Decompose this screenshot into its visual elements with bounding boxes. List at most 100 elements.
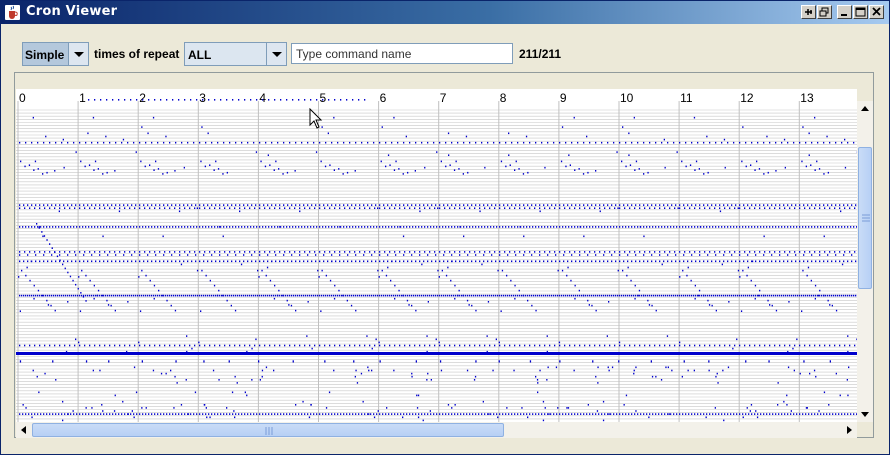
cron-event-mark	[109, 413, 111, 415]
cron-event-mark	[106, 299, 108, 302]
maximize-icon[interactable]	[853, 5, 868, 19]
cron-event-mark	[94, 99, 96, 101]
cron-event-mark	[217, 141, 219, 144]
cron-event-mark	[53, 294, 55, 297]
cron-event-mark	[607, 226, 609, 228]
cron-event-mark	[174, 375, 176, 378]
chevron-down-icon[interactable]	[266, 43, 286, 65]
cron-event-mark	[699, 254, 701, 256]
cron-event-mark	[334, 284, 336, 287]
scroll-down-button[interactable]	[857, 406, 873, 422]
cron-event-mark	[127, 294, 129, 297]
close-icon[interactable]	[869, 5, 884, 19]
cron-event-mark	[265, 226, 267, 228]
cron-event-mark	[321, 294, 323, 297]
cron-event-mark	[208, 413, 210, 415]
restore-icon[interactable]	[817, 5, 832, 19]
cron-event-mark	[54, 309, 56, 312]
cron-event-mark	[575, 260, 577, 263]
cron-event-mark	[238, 226, 240, 228]
cron-event-mark	[67, 141, 69, 144]
cron-event-mark	[621, 160, 623, 163]
cron-event-mark	[578, 168, 580, 170]
mode-dropdown[interactable]: Simple	[22, 42, 89, 66]
cron-event-mark	[519, 260, 521, 263]
cron-event-mark	[170, 304, 172, 307]
cron-event-mark	[427, 294, 429, 297]
cron-event-mark	[522, 294, 525, 297]
cron-event-mark	[739, 251, 741, 253]
cron-event-mark	[106, 226, 108, 228]
cron-event-mark	[225, 294, 227, 297]
cron-event-mark	[107, 260, 109, 263]
cron-event-mark	[384, 207, 386, 209]
chevron-down-icon[interactable]	[68, 43, 88, 65]
cron-event-mark	[25, 407, 27, 409]
cron-event-mark	[35, 254, 37, 256]
cron-event-mark	[439, 226, 441, 228]
cron-event-mark	[115, 226, 117, 228]
cron-event-mark	[439, 207, 441, 209]
vertical-scroll-thumb[interactable]	[858, 147, 872, 289]
cron-event-mark	[639, 294, 641, 297]
scroll-left-button[interactable]	[16, 422, 32, 438]
cron-event-mark	[811, 294, 813, 297]
cron-event-mark	[821, 294, 823, 297]
cron-event-mark	[474, 251, 476, 253]
cron-event-mark	[705, 294, 707, 297]
cron-timeline[interactable]: 0 1 2 3 4 5 6 7 8 9 10 11 12 13	[16, 89, 857, 422]
vertical-scrollbar[interactable]	[857, 101, 873, 422]
cron-event-mark	[715, 294, 717, 297]
cron-event-mark	[673, 413, 675, 415]
cron-event-mark	[193, 413, 195, 415]
repeat-dropdown[interactable]: ALL	[184, 42, 287, 66]
cron-event-mark	[750, 164, 752, 166]
cron-event-mark	[88, 413, 90, 415]
cron-event-mark	[604, 251, 606, 253]
cron-event-mark	[588, 304, 590, 306]
cron-event-mark	[319, 204, 321, 206]
cron-event-mark	[712, 413, 714, 415]
scroll-right-button[interactable]	[841, 422, 857, 438]
cron-event-mark	[39, 207, 41, 209]
cron-event-mark	[274, 413, 276, 415]
cron-event-mark	[499, 251, 501, 253]
cron-event-mark	[448, 226, 450, 228]
horizontal-scrollbar[interactable]	[16, 422, 857, 438]
cron-event-mark	[364, 344, 366, 347]
cron-event-mark	[333, 116, 335, 119]
cron-event-mark	[187, 254, 189, 256]
cron-event-mark	[804, 207, 806, 209]
cron-event-mark	[44, 372, 46, 375]
cron-event-mark	[425, 294, 427, 297]
command-search-input[interactable]	[291, 43, 513, 64]
cron-event-mark	[284, 207, 286, 209]
cron-event-mark	[473, 294, 475, 297]
cron-event-mark	[369, 294, 371, 297]
cron-event-mark	[607, 204, 609, 206]
minimize-icon[interactable]	[837, 5, 852, 19]
cron-event-mark	[23, 294, 25, 297]
cron-event-mark	[183, 294, 185, 297]
cron-event-mark	[439, 344, 441, 347]
cron-event-mark	[469, 344, 471, 347]
cron-event-mark	[279, 207, 281, 209]
cron-event-mark	[247, 260, 249, 263]
horizontal-scroll-thumb[interactable]	[32, 423, 504, 437]
pin-icon[interactable]	[801, 5, 816, 19]
cron-event-mark	[403, 413, 405, 415]
cron-event-mark	[91, 204, 93, 206]
cron-event-mark	[387, 260, 389, 263]
cron-event-mark	[291, 204, 293, 206]
scroll-up-button[interactable]	[857, 101, 873, 117]
title-bar[interactable]: Cron Viewer	[1, 1, 889, 24]
cron-event-mark	[829, 207, 831, 209]
cron-event-mark	[724, 344, 726, 347]
cron-event-mark	[154, 344, 156, 347]
cron-event-mark	[789, 344, 791, 347]
cron-event-mark	[175, 141, 177, 144]
cron-event-mark	[178, 226, 180, 228]
cron-event-mark	[409, 207, 411, 209]
cron-event-mark	[324, 165, 327, 168]
cron-event-mark	[58, 226, 60, 228]
